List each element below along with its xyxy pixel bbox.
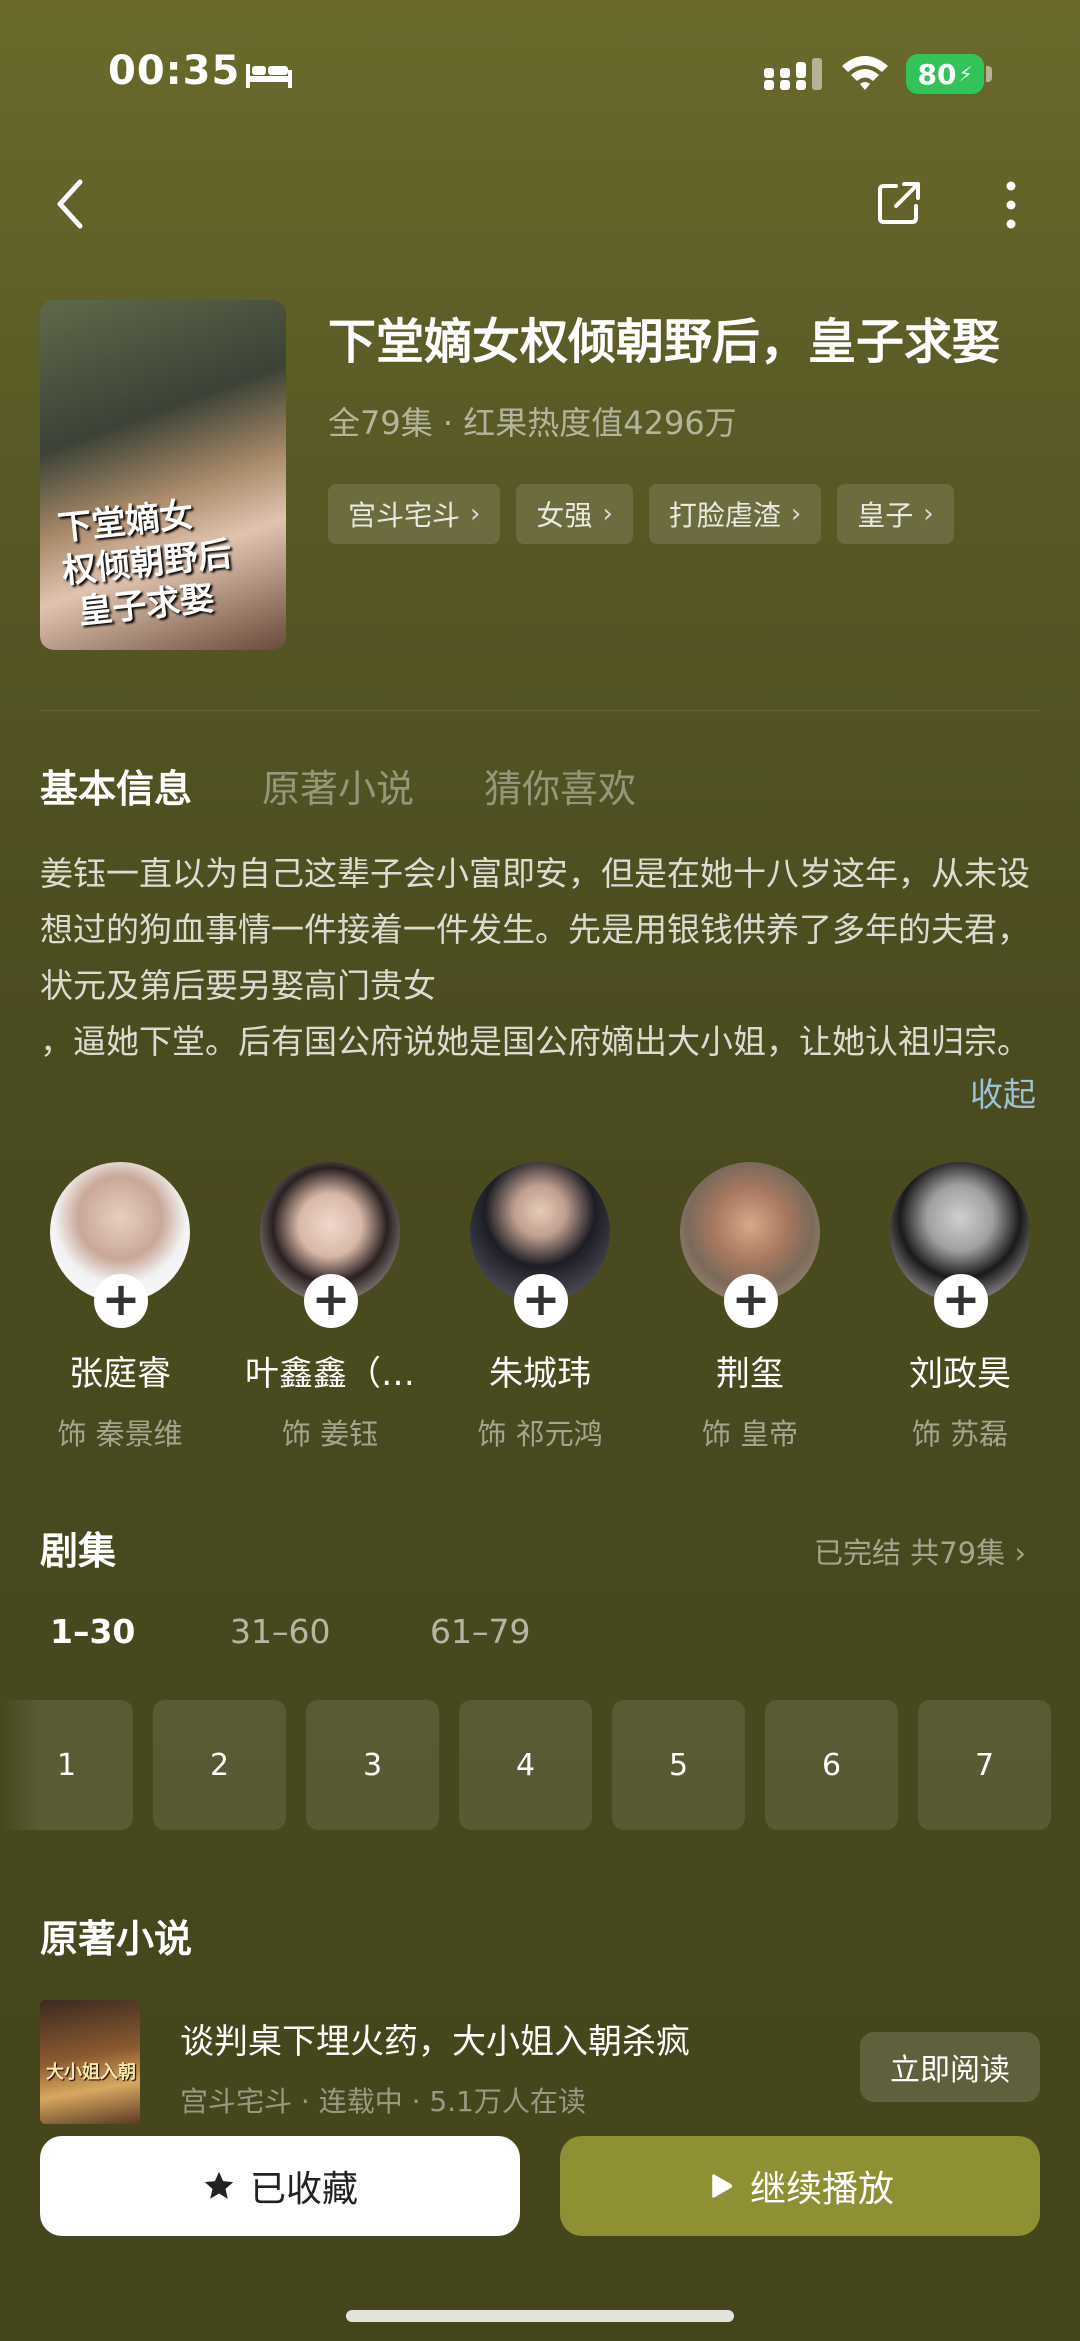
cast-member[interactable]: + 刘政昊 饰 苏磊 (860, 1162, 1060, 1453)
tab-original-novel[interactable]: 原著小说 (262, 758, 414, 813)
novel-meta: 宫斗宅斗 · 连载中 · 5.1万人在读 (180, 2085, 586, 2118)
episodes-title: 剧集 (40, 1529, 117, 1573)
tab-recommendations[interactable]: 猜你喜欢 (484, 758, 636, 813)
episode-button[interactable]: 2 (153, 1700, 286, 1830)
avatar: + (50, 1162, 190, 1328)
battery-cap (986, 66, 992, 82)
chevron-right-icon: › (602, 499, 613, 529)
cast-name: 叶鑫鑫（… (245, 1354, 415, 1394)
divider (40, 710, 1040, 711)
favorite-label: 已收藏 (249, 2169, 358, 2210)
share-icon[interactable] (876, 180, 922, 226)
cellular-signal-icon (764, 58, 822, 90)
novel-title[interactable]: 谈判桌下埋火药，大小姐入朝杀疯 (180, 2014, 690, 2063)
cast-name: 刘政昊 (909, 1354, 1011, 1394)
read-now-button[interactable]: 立即阅读 (860, 2032, 1040, 2102)
back-arrow-icon[interactable] (52, 176, 88, 232)
follow-plus-icon[interactable]: + (94, 1274, 148, 1328)
cast-role: 饰 皇帝 (701, 1417, 799, 1451)
chevron-right-icon: › (470, 499, 481, 529)
tab-basic-info[interactable]: 基本信息 (40, 758, 192, 813)
novel-cover-text: 大小姐入朝 (46, 2062, 136, 2083)
cast-role: 饰 秦景维 (57, 1417, 183, 1451)
more-options-icon[interactable] (1000, 180, 1022, 230)
synopsis-text: 姜钰一直以为自己这辈子会小富即安，但是在她十八岁这年，从未设想过的狗血事情一件接… (40, 854, 1030, 1061)
status-time: 00:35 (108, 48, 241, 94)
cast-name: 张庭睿 (69, 1354, 171, 1394)
collapse-link[interactable]: 收起 (970, 1068, 1036, 1116)
avatar: + (470, 1162, 610, 1328)
continue-play-button[interactable]: 继续播放 (560, 2136, 1040, 2236)
follow-plus-icon[interactable]: + (304, 1274, 358, 1328)
novel-section-title: 原著小说 (40, 1917, 193, 1961)
episode-button[interactable]: 4 (459, 1700, 592, 1830)
avatar: + (680, 1162, 820, 1328)
cast-name: 荆玺 (716, 1354, 784, 1394)
follow-plus-icon[interactable]: + (514, 1274, 568, 1328)
episode-grid: 1 2 3 4 5 6 7 (0, 1700, 1080, 1830)
avatar: + (260, 1162, 400, 1328)
cast-member[interactable]: + 叶鑫鑫（… 饰 姜钰 (230, 1162, 430, 1453)
episode-button[interactable]: 1 (0, 1700, 133, 1830)
cast-list: + 张庭睿 饰 秦景维 + 叶鑫鑫（… 饰 姜钰 + 朱城玮 饰 祁元鸿 + 荆… (20, 1162, 1060, 1453)
sleep-bed-icon (246, 64, 292, 88)
cast-member[interactable]: + 荆玺 饰 皇帝 (650, 1162, 850, 1453)
novel-cover[interactable]: 大小姐入朝 (40, 2000, 140, 2124)
genre-tags: 宫斗宅斗 › 女强 › 打脸虐渣 › 皇子 › (328, 484, 954, 544)
chevron-right-icon: › (790, 499, 802, 529)
play-label: 继续播放 (749, 2169, 894, 2210)
poster-title-art: 下堂嫡女 权倾朝野后 皇子求娶 (55, 494, 234, 634)
cast-role: 饰 祁元鸿 (477, 1417, 603, 1451)
cast-name: 朱城玮 (489, 1354, 591, 1394)
favorite-button[interactable]: 已收藏 (40, 2136, 520, 2236)
tag-chip[interactable]: 女强 › (516, 484, 633, 544)
cast-role: 饰 姜钰 (281, 1417, 379, 1451)
episodes-status-link[interactable]: 已完结 共79集 › (814, 1530, 1026, 1572)
episode-button[interactable]: 6 (765, 1700, 898, 1830)
tag-chip[interactable]: 宫斗宅斗 › (328, 484, 501, 544)
episode-range-tab[interactable]: 61–79 (430, 1612, 530, 1651)
tag-chip[interactable]: 打脸虐渣 › (648, 484, 822, 544)
follow-plus-icon[interactable]: + (934, 1274, 988, 1328)
cast-member[interactable]: + 张庭睿 饰 秦景维 (20, 1162, 220, 1453)
cast-role: 饰 苏磊 (911, 1417, 1009, 1451)
star-icon (204, 2171, 234, 2199)
wifi-icon (842, 56, 888, 90)
episode-button[interactable]: 7 (918, 1700, 1051, 1830)
home-indicator (346, 2310, 734, 2322)
show-title: 下堂嫡女权倾朝野后，皇子求娶 (328, 314, 1001, 370)
follow-plus-icon[interactable]: + (724, 1274, 778, 1328)
tag-chip[interactable]: 皇子 › (837, 484, 954, 544)
avatar: + (890, 1162, 1030, 1328)
show-meta: 全79集 · 红果热度值4296万 (328, 404, 737, 442)
show-poster[interactable]: 下堂嫡女 权倾朝野后 皇子求娶 (40, 300, 286, 650)
battery-indicator: 80 ⚡ (906, 54, 984, 94)
cast-member[interactable]: + 朱城玮 饰 祁元鸿 (440, 1162, 640, 1453)
charging-bolt-icon: ⚡ (958, 62, 973, 86)
chevron-right-icon: › (923, 499, 934, 529)
chevron-right-icon: › (1014, 1536, 1026, 1570)
episode-range-tab[interactable]: 31–60 (230, 1612, 330, 1651)
episode-button[interactable]: 3 (306, 1700, 439, 1830)
play-icon (712, 2174, 733, 2198)
episode-range-tab[interactable]: 1–30 (50, 1612, 135, 1651)
episode-button[interactable]: 5 (612, 1700, 745, 1830)
